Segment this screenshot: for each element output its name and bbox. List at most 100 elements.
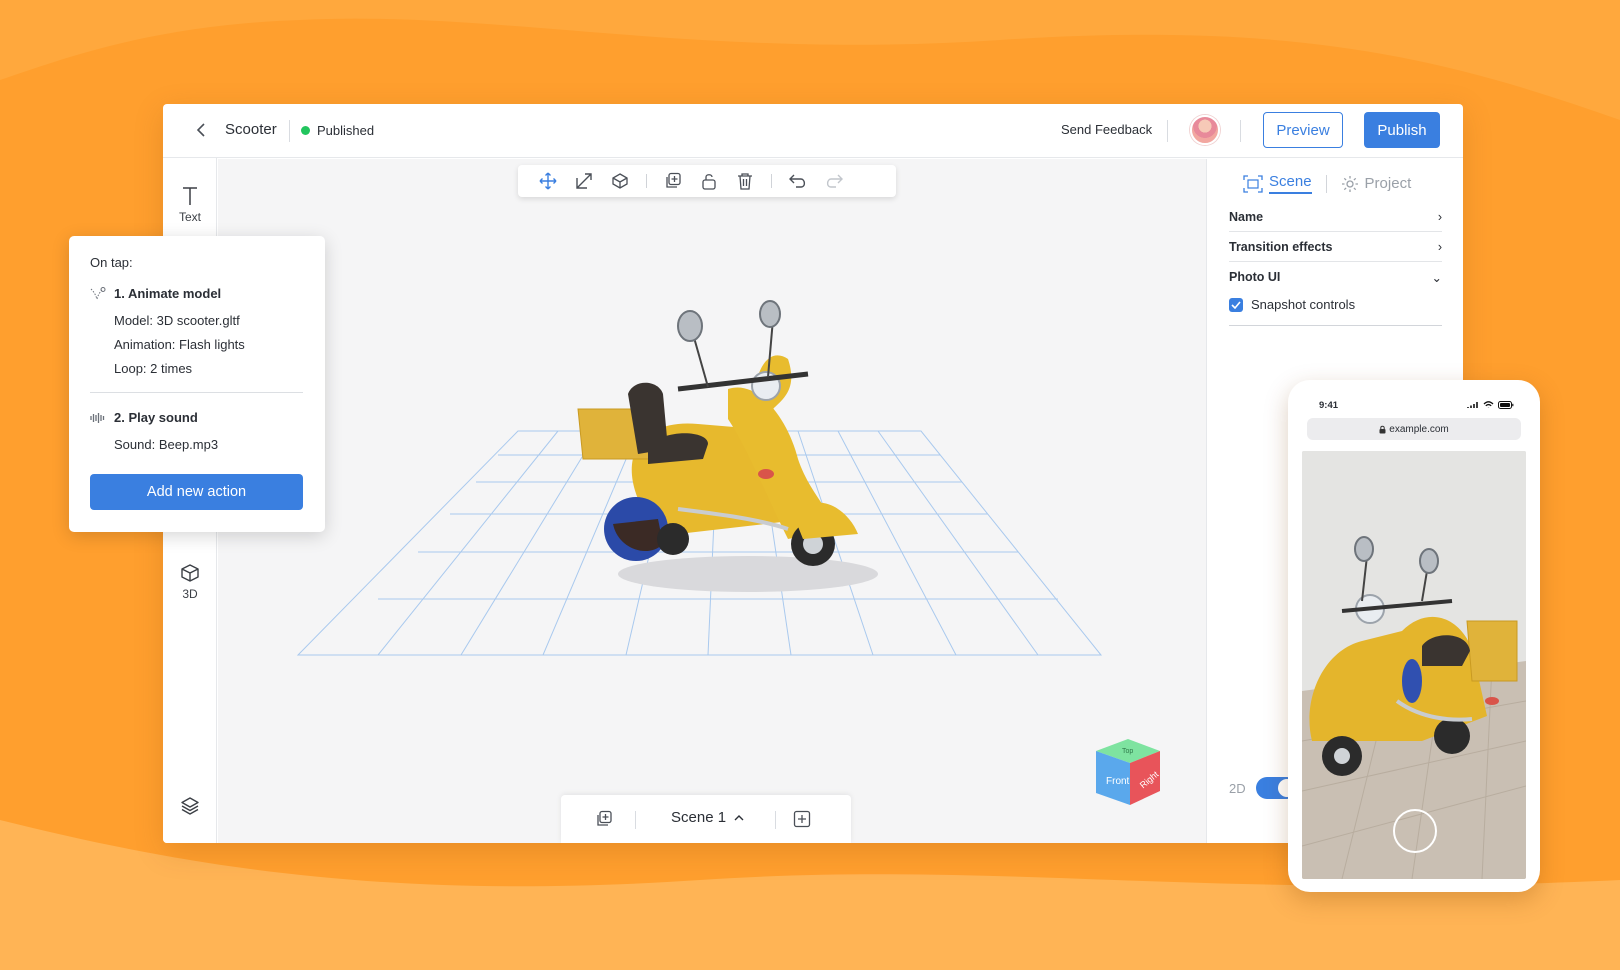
duplicate-icon [597, 810, 612, 826]
phone-preview: 9:41 example.com [1288, 380, 1540, 892]
scene-selector[interactable]: Scene 1 [671, 809, 744, 826]
undo-icon [789, 174, 806, 188]
text-icon [183, 187, 197, 205]
unlock-icon [702, 174, 716, 190]
send-feedback-link[interactable]: Send Feedback [1061, 122, 1152, 137]
action-detail: Sound: Beep.mp3 [114, 437, 219, 452]
wifi-icon [1483, 401, 1494, 408]
transform-toolbar [518, 165, 896, 197]
view-cube-front-label: Front [1106, 776, 1130, 787]
top-bar: Scooter Published Send Feedback Preview … [163, 104, 1463, 158]
tab-project[interactable]: Project [1341, 175, 1412, 193]
layers-button[interactable] [163, 796, 217, 816]
toolbar-divider [646, 174, 647, 188]
transition-effects-row[interactable]: Transition effects › [1229, 232, 1442, 262]
action-detail: Model: 3D scooter.gltf [114, 313, 240, 328]
photo-ui-row[interactable]: Photo UI ⌄ [1229, 262, 1442, 292]
delete-icon [738, 173, 752, 190]
toolbar-divider [771, 174, 772, 188]
delete-button[interactable] [727, 165, 763, 197]
action-title: 1. Animate model [114, 286, 222, 301]
phone-time: 9:41 [1319, 400, 1339, 411]
chevron-right-icon: › [1437, 239, 1442, 254]
tab-label: Project [1364, 175, 1412, 192]
action-animate-model[interactable]: 1. Animate model [90, 286, 221, 301]
view-cube-top-label: Top [1122, 748, 1133, 755]
animation-icon [90, 286, 106, 299]
chevron-right-icon: › [1437, 209, 1442, 224]
divider [90, 392, 303, 393]
duplicate-icon [666, 172, 681, 188]
chevron-left-icon [196, 123, 205, 137]
action-title: 2. Play sound [114, 410, 198, 425]
divider [289, 120, 290, 142]
divider [1240, 120, 1241, 142]
rail-item-label: 3D [182, 587, 198, 601]
editor-window: Scooter Published Send Feedback Preview … [163, 104, 1463, 843]
rail-item-text[interactable]: Text [163, 186, 217, 224]
toggle-label: 2D [1229, 780, 1246, 796]
duplicate-scene-button[interactable] [595, 810, 613, 833]
scale-tool-button[interactable] [566, 165, 602, 197]
redo-icon [826, 174, 843, 188]
scale-icon [576, 173, 592, 189]
rotate-tool-button[interactable] [602, 165, 638, 197]
lock-icon [1379, 425, 1386, 433]
tab-divider [1325, 174, 1327, 193]
scooter-model[interactable] [558, 299, 888, 609]
duplicate-button[interactable] [655, 165, 691, 197]
phone-address-bar[interactable]: example.com [1307, 418, 1521, 440]
undo-button[interactable] [780, 165, 816, 197]
signal-icon [1467, 402, 1478, 408]
gear-icon [1341, 175, 1358, 192]
action-detail: Loop: 2 times [114, 361, 193, 376]
checkbox-label: Snapshot controls [1251, 297, 1356, 312]
tab-scene[interactable]: Scene [1243, 173, 1312, 194]
sound-wave-icon [90, 412, 105, 423]
back-button[interactable] [191, 120, 211, 140]
battery-icon [1498, 401, 1514, 409]
row-label: Photo UI [1229, 270, 1281, 284]
action-play-sound[interactable]: 2. Play sound [90, 410, 198, 425]
chevron-up-icon [734, 815, 744, 821]
divider [1229, 325, 1442, 326]
layers-icon [181, 797, 199, 815]
move-icon [539, 172, 557, 190]
tab-label: Scene [1269, 173, 1312, 194]
phone-url: example.com [1389, 423, 1449, 435]
status-dot-icon [301, 126, 310, 135]
divider [635, 811, 636, 829]
redo-button[interactable] [816, 165, 852, 197]
rail-item-label: Text [178, 210, 201, 224]
publish-button[interactable]: Publish [1364, 112, 1440, 148]
panel-tabs: Scene Project [1243, 173, 1411, 194]
action-detail: Animation: Flash lights [114, 337, 245, 352]
row-label: Name [1229, 209, 1264, 224]
cube-icon [181, 564, 199, 582]
snapshot-controls-checkbox[interactable]: Snapshot controls [1229, 297, 1355, 312]
checkbox-checked-icon [1229, 297, 1243, 312]
add-scene-button[interactable] [793, 810, 811, 833]
move-tool-button[interactable] [530, 165, 566, 197]
on-tap-actions-popup: On tap: 1. Animate model Model: 3D scoot… [69, 236, 325, 532]
project-title: Scooter [225, 121, 277, 138]
add-icon [793, 810, 811, 828]
name-row[interactable]: Name › [1229, 202, 1442, 232]
status-label: Published [317, 123, 375, 138]
shutter-button[interactable] [1393, 809, 1437, 853]
publish-status: Published [301, 123, 374, 138]
row-label: Transition effects [1229, 239, 1333, 254]
view-cube[interactable]: Front Right Top [1088, 729, 1168, 809]
user-avatar[interactable] [1190, 115, 1220, 145]
divider [775, 811, 776, 829]
add-new-action-button[interactable]: Add new action [90, 474, 303, 510]
scene-bar: Scene 1 [561, 795, 851, 843]
rail-item-3d[interactable]: 3D [163, 563, 217, 601]
phone-camera-view [1302, 451, 1526, 879]
3d-canvas[interactable]: Front Right Top Scene 1 [218, 159, 1206, 843]
scene-label: Scene 1 [671, 809, 727, 826]
chevron-down-icon: ⌄ [1431, 270, 1442, 285]
lock-button[interactable] [691, 165, 727, 197]
preview-button[interactable]: Preview [1263, 112, 1343, 148]
rotate-icon [612, 173, 628, 189]
